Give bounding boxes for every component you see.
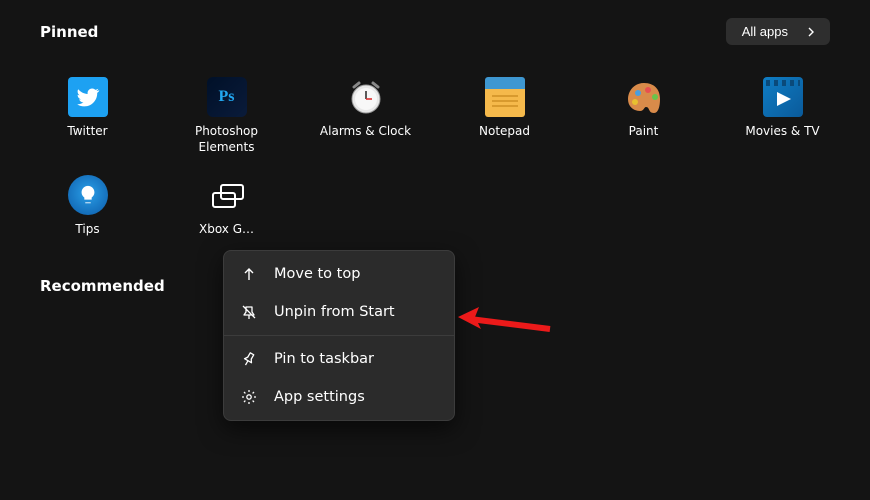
- app-label: Notepad: [479, 123, 530, 139]
- context-unpin-from-start[interactable]: Unpin from Start: [224, 293, 454, 331]
- arrow-up-icon: [240, 265, 258, 283]
- context-app-settings[interactable]: App settings: [224, 378, 454, 416]
- app-label: Paint: [629, 123, 659, 139]
- chevron-right-icon: [806, 25, 816, 39]
- app-tile-alarms[interactable]: Alarms & Clock: [296, 65, 435, 163]
- movies-icon: [763, 77, 803, 117]
- photoshop-icon: Ps: [207, 77, 247, 117]
- all-apps-label: All apps: [742, 24, 788, 39]
- app-label: Photoshop Elements: [172, 123, 282, 155]
- app-tile-xbox[interactable]: Xbox G…: [157, 163, 296, 259]
- pinned-header: Pinned All apps: [0, 0, 870, 55]
- app-label: Movies & TV: [745, 123, 819, 139]
- app-label: Twitter: [67, 123, 107, 139]
- all-apps-button[interactable]: All apps: [726, 18, 830, 45]
- pinned-grid: Twitter Ps Photoshop Elements Alarms & C…: [0, 55, 870, 259]
- alarm-clock-icon: [346, 77, 386, 117]
- xbox-gamebar-icon: [207, 175, 247, 215]
- twitter-icon: [68, 77, 108, 117]
- app-tile-tips[interactable]: Tips: [18, 163, 157, 259]
- app-tile-notepad[interactable]: Notepad: [435, 65, 574, 163]
- context-move-to-top[interactable]: Move to top: [224, 255, 454, 293]
- annotation-arrow: [455, 297, 555, 341]
- context-item-label: Pin to taskbar: [274, 351, 374, 367]
- app-tile-twitter[interactable]: Twitter: [18, 65, 157, 163]
- context-pin-to-taskbar[interactable]: Pin to taskbar: [224, 340, 454, 378]
- pinned-title: Pinned: [40, 23, 98, 41]
- paint-icon: [624, 77, 664, 117]
- app-label: Tips: [75, 221, 99, 237]
- context-separator: [224, 335, 454, 336]
- context-item-label: Unpin from Start: [274, 304, 395, 320]
- app-tile-paint[interactable]: Paint: [574, 65, 713, 163]
- app-label: Alarms & Clock: [320, 123, 411, 139]
- unpin-icon: [240, 303, 258, 321]
- gear-icon: [240, 388, 258, 406]
- app-tile-movies[interactable]: Movies & TV: [713, 65, 852, 163]
- app-label: Xbox G…: [199, 221, 254, 237]
- context-menu: Move to top Unpin from Start Pin to task…: [223, 250, 455, 421]
- context-item-label: App settings: [274, 389, 365, 405]
- notepad-icon: [485, 77, 525, 117]
- context-item-label: Move to top: [274, 266, 360, 282]
- pin-icon: [240, 350, 258, 368]
- tips-icon: [68, 175, 108, 215]
- app-tile-photoshop[interactable]: Ps Photoshop Elements: [157, 65, 296, 163]
